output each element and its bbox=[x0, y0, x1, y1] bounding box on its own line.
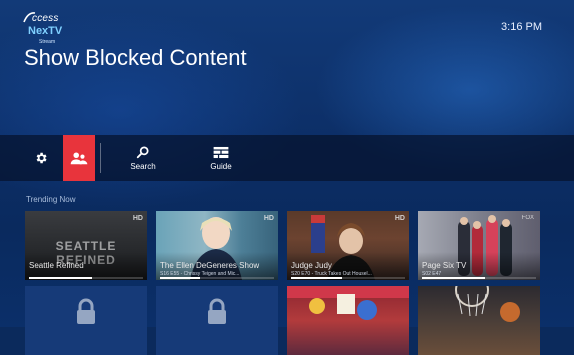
progress-bar bbox=[422, 277, 536, 279]
guide-button[interactable]: Guide bbox=[200, 135, 242, 181]
search-label: Search bbox=[130, 162, 156, 171]
tile-thumbnail bbox=[455, 286, 520, 322]
progress-fill bbox=[422, 277, 485, 279]
logo-text-nextv: NexTV bbox=[28, 25, 63, 37]
progress-bar bbox=[29, 277, 143, 279]
tile-thumbnail bbox=[287, 286, 409, 320]
tile-show[interactable] bbox=[418, 286, 540, 355]
progress-fill bbox=[29, 277, 92, 279]
progress-fill bbox=[291, 277, 343, 279]
hd-badge: HD bbox=[394, 215, 405, 222]
page-title: Show Blocked Content bbox=[24, 45, 247, 70]
tile-title: Judge Judy bbox=[291, 261, 332, 270]
progress-bar bbox=[291, 277, 405, 279]
nav-divider bbox=[100, 143, 101, 173]
lock-icon bbox=[77, 298, 95, 324]
tile-judge-judy[interactable]: HD Judge Judy S20 E70 - Truck Takes Out … bbox=[287, 211, 409, 280]
fox-badge: FOX bbox=[521, 215, 534, 221]
hd-badge: HD bbox=[132, 215, 143, 222]
nav-bar: Search Guide bbox=[0, 135, 574, 181]
access-nextv-logo: ccess NexTV Stream bbox=[22, 10, 82, 46]
logo-text-access: ccess bbox=[32, 13, 59, 24]
progress-fill bbox=[160, 277, 200, 279]
tile-title: Seattle Refined bbox=[29, 261, 84, 270]
search-icon bbox=[136, 146, 149, 159]
tile-show[interactable] bbox=[287, 286, 409, 355]
lock-icon bbox=[208, 298, 226, 324]
grid-icon bbox=[213, 146, 229, 158]
guide-label: Guide bbox=[210, 161, 232, 171]
tile-page-six-tv[interactable]: FOX Page Six TV S02 E47 bbox=[418, 211, 540, 280]
gear-icon bbox=[36, 152, 47, 164]
tile-ellen-show[interactable]: HD The Ellen DeGeneres Show S16 E55 - Ch… bbox=[156, 211, 278, 280]
progress-bar bbox=[160, 277, 274, 279]
users-icon bbox=[70, 152, 88, 165]
settings-button[interactable] bbox=[24, 135, 58, 181]
section-title-trending: Trending Now bbox=[26, 195, 76, 204]
search-button[interactable]: Search bbox=[122, 135, 164, 181]
hd-badge: HD bbox=[263, 215, 274, 222]
tile-locked[interactable] bbox=[156, 286, 278, 355]
blocked-content-button[interactable] bbox=[63, 135, 95, 181]
tile-title: The Ellen DeGeneres Show bbox=[160, 261, 260, 270]
clock: 3:16 PM bbox=[501, 21, 542, 33]
tile-title: Page Six TV bbox=[422, 261, 467, 270]
tile-seattle-refined[interactable]: SEATTLE REFINED HD Seattle Refined bbox=[25, 211, 147, 280]
tile-locked[interactable] bbox=[25, 286, 147, 355]
